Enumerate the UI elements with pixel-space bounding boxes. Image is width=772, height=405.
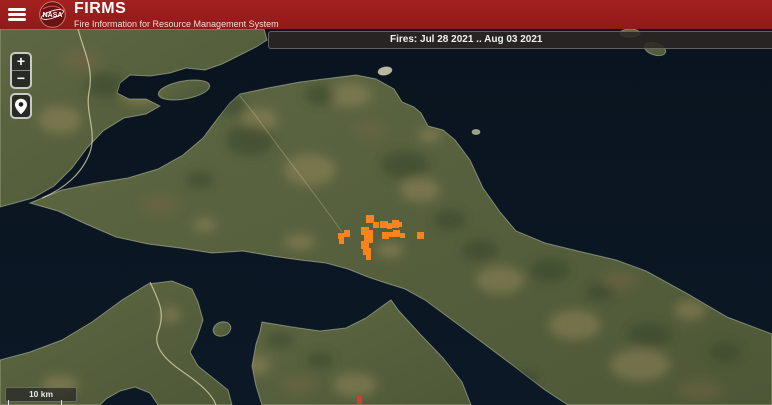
fire-marker[interactable] [361, 227, 369, 235]
map-pin-icon [15, 98, 27, 114]
fire-marker[interactable] [373, 222, 379, 228]
fire-marker[interactable] [344, 230, 350, 237]
fire-marker[interactable] [398, 222, 402, 227]
fire-marker[interactable] [339, 239, 344, 244]
red-marker[interactable] [357, 396, 362, 404]
fire-marker[interactable] [380, 221, 388, 228]
fire-marker[interactable] [382, 232, 389, 239]
zoom-control: + − [10, 52, 32, 89]
fire-marker[interactable] [400, 233, 405, 238]
locate-button[interactable] [10, 93, 32, 119]
small-island [471, 129, 481, 135]
fire-marker[interactable] [417, 232, 424, 239]
zoom-out-button[interactable]: − [12, 71, 30, 87]
app-subtitle: Fire Information for Resource Management… [74, 18, 279, 29]
app-title: FIRMS [74, 0, 127, 17]
fire-marker[interactable] [338, 233, 344, 239]
fire-marker[interactable] [387, 223, 392, 229]
fires-date-range-banner: Fires: Jul 28 2021 .. Aug 03 2021 [268, 31, 772, 49]
fire-marker[interactable] [363, 248, 371, 255]
fire-marker[interactable] [392, 220, 399, 228]
zoom-in-button[interactable]: + [12, 54, 30, 71]
app-header: NASA FIRMS Fire Information for Resource… [0, 0, 772, 29]
fire-marker[interactable] [366, 254, 371, 260]
svg-text:NASA: NASA [43, 12, 63, 19]
fire-marker[interactable] [361, 241, 369, 249]
fires-date-range-text: Fires: Jul 28 2021 .. Aug 03 2021 [390, 34, 543, 45]
satellite-map[interactable] [0, 0, 772, 405]
fire-marker[interactable] [393, 230, 400, 237]
fire-marker[interactable] [366, 215, 374, 223]
firms-app-window: NASA FIRMS Fire Information for Resource… [0, 0, 772, 405]
scale-bar-ruler [8, 400, 62, 405]
menu-icon[interactable] [8, 8, 26, 21]
nasa-logo-icon: NASA [39, 1, 66, 28]
